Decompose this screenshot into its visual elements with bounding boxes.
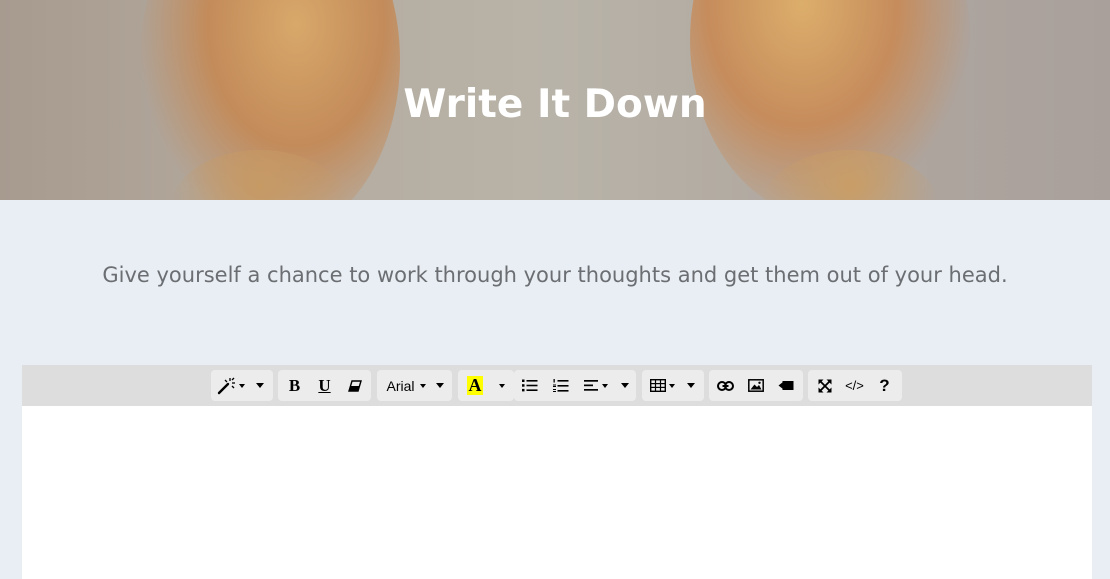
table-group bbox=[642, 370, 704, 401]
font-style-group: B U bbox=[278, 370, 371, 401]
page-title: Write It Down bbox=[403, 82, 707, 127]
hero-banner: Write It Down bbox=[0, 0, 1110, 200]
editor-content-area[interactable] bbox=[22, 406, 1092, 579]
chevron-down-icon bbox=[602, 383, 608, 388]
text-color-dropdown-button[interactable] bbox=[492, 370, 512, 401]
help-icon: ? bbox=[879, 375, 890, 395]
code-view-icon: </> bbox=[845, 378, 864, 393]
table-icon bbox=[649, 379, 666, 392]
chevron-down-icon bbox=[687, 383, 695, 388]
underline-button[interactable]: U bbox=[310, 370, 339, 401]
fullscreen-button[interactable] bbox=[810, 370, 839, 401]
code-view-button[interactable]: </> bbox=[840, 370, 869, 401]
magic-wand-icon bbox=[217, 377, 235, 394]
bold-button[interactable]: B bbox=[280, 370, 309, 401]
bold-icon: B bbox=[288, 375, 301, 395]
font-name-label: Arial bbox=[386, 377, 415, 394]
font-name-dropdown[interactable]: Arial bbox=[383, 370, 429, 401]
video-icon bbox=[778, 381, 793, 390]
align-left-icon bbox=[584, 380, 598, 391]
style-group bbox=[211, 370, 273, 401]
color-group: A bbox=[458, 370, 514, 401]
intro-text: Give yourself a chance to work through y… bbox=[102, 263, 1008, 287]
unordered-list-button[interactable] bbox=[515, 370, 545, 401]
table-more-button[interactable] bbox=[682, 370, 700, 401]
paragraph-more-button[interactable] bbox=[616, 370, 634, 401]
insert-group bbox=[709, 370, 803, 401]
chevron-down-icon bbox=[499, 383, 505, 388]
eraser-icon bbox=[347, 379, 362, 392]
help-button[interactable]: ? bbox=[870, 370, 899, 401]
rich-text-editor: B U Arial A </> ? bbox=[22, 365, 1092, 579]
text-color-button[interactable]: A bbox=[460, 370, 490, 401]
chevron-down-icon bbox=[436, 383, 444, 388]
underline-icon: U bbox=[318, 375, 331, 395]
chevron-down-icon bbox=[419, 383, 426, 388]
view-group: </> ? bbox=[808, 370, 902, 401]
text-color-icon: A bbox=[467, 375, 483, 395]
paragraph-group bbox=[514, 370, 636, 401]
style-more-button[interactable] bbox=[251, 370, 269, 401]
chevron-down-icon bbox=[621, 383, 629, 388]
ordered-list-button[interactable] bbox=[546, 370, 576, 401]
unordered-list-icon bbox=[522, 379, 538, 392]
chevron-down-icon bbox=[239, 383, 245, 388]
ordered-list-icon bbox=[553, 378, 569, 392]
font-name-more-button[interactable] bbox=[431, 370, 449, 401]
table-dropdown-button[interactable] bbox=[645, 370, 679, 401]
style-dropdown-button[interactable] bbox=[215, 370, 247, 401]
clear-format-button[interactable] bbox=[340, 370, 369, 401]
chevron-down-icon bbox=[256, 383, 264, 388]
align-dropdown-button[interactable] bbox=[578, 370, 614, 401]
chevron-down-icon bbox=[668, 383, 675, 388]
font-name-group: Arial bbox=[377, 370, 452, 401]
insert-video-button[interactable] bbox=[771, 370, 800, 401]
image-icon bbox=[747, 379, 764, 392]
insert-image-button[interactable] bbox=[741, 370, 770, 401]
insert-link-button[interactable] bbox=[711, 370, 740, 401]
editor-toolbar: B U Arial A </> ? bbox=[22, 365, 1092, 406]
fullscreen-icon bbox=[818, 379, 831, 392]
link-icon bbox=[717, 380, 734, 391]
